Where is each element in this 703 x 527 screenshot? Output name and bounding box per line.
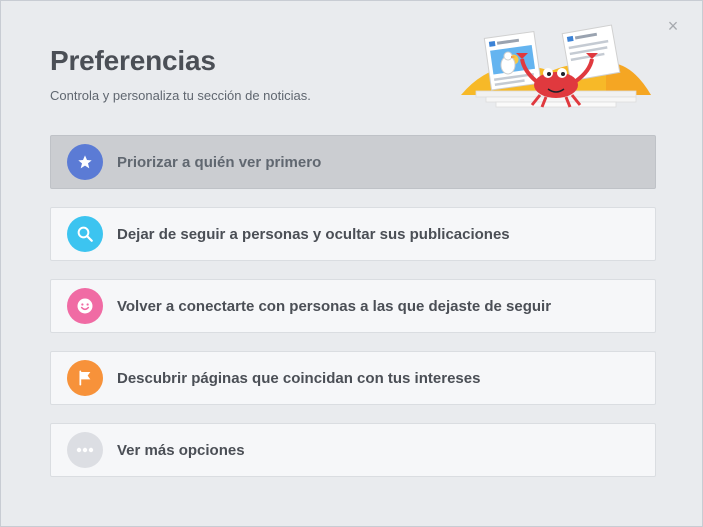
dialog-title: Preferencias <box>50 45 216 76</box>
option-label: Descubrir páginas que coincidan con tus … <box>117 369 481 387</box>
option-discover-pages[interactable]: Descubrir páginas que coincidan con tus … <box>50 351 656 405</box>
option-prioritize[interactable]: Priorizar a quién ver primero <box>50 135 656 189</box>
preferences-dialog: × Preferencias Controla y personaliza tu… <box>0 0 703 527</box>
option-label: Priorizar a quién ver primero <box>117 153 322 171</box>
search-icon <box>67 216 103 252</box>
option-label: Ver más opciones <box>117 441 245 459</box>
close-button[interactable]: × <box>665 17 681 35</box>
option-reconnect[interactable]: Volver a conectarte con personas a las q… <box>50 279 656 333</box>
option-more[interactable]: Ver más opciones <box>50 423 656 477</box>
crab-news-illustration <box>461 24 651 108</box>
dialog-subtitle: Controla y personaliza tu sección de not… <box>50 88 311 103</box>
option-label: Volver a conectarte con personas a las q… <box>117 297 552 315</box>
option-label: Dejar de seguir a personas y ocultar sus… <box>117 225 510 243</box>
preferences-options-list: Priorizar a quién ver primero Dejar de s… <box>50 135 656 495</box>
option-unfollow[interactable]: Dejar de seguir a personas y ocultar sus… <box>50 207 656 261</box>
star-icon <box>67 144 103 180</box>
smiley-icon <box>67 288 103 324</box>
flag-icon <box>67 360 103 396</box>
more-icon <box>67 432 103 468</box>
